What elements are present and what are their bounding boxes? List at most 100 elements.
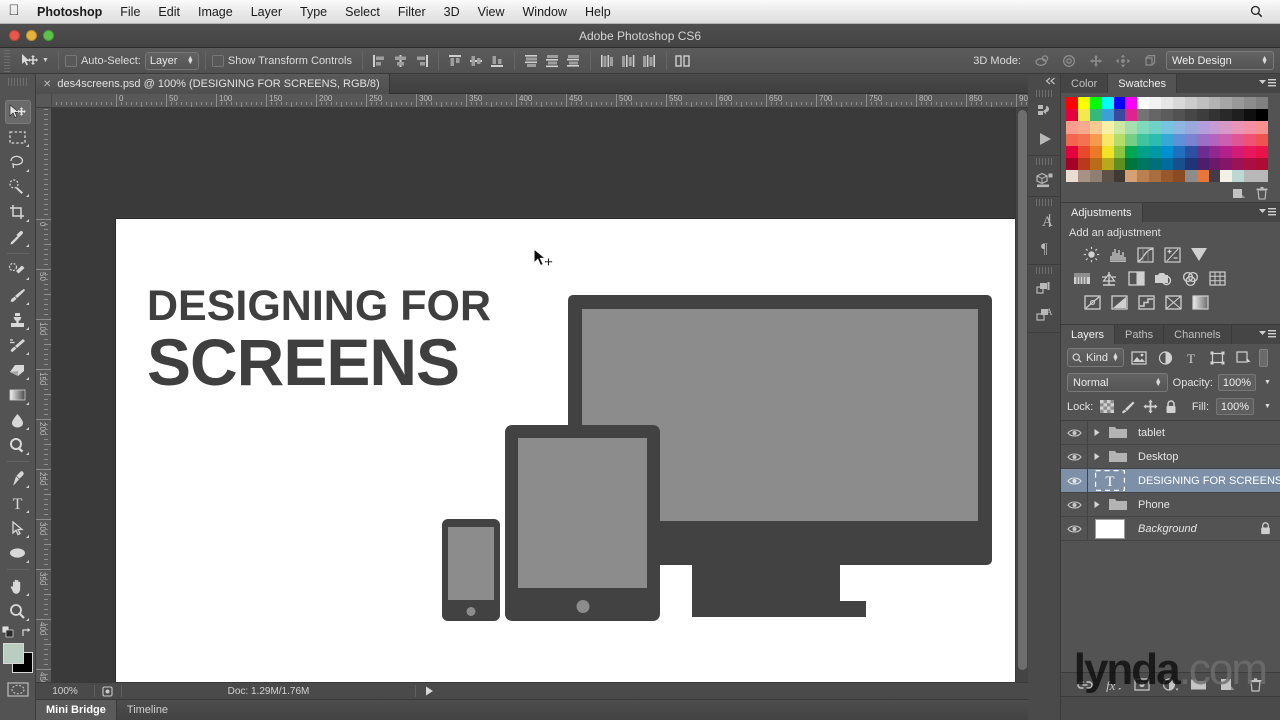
color-swatch[interactable] xyxy=(1196,170,1209,183)
color-swatch[interactable] xyxy=(1137,157,1150,171)
close-icon[interactable]: ✕ xyxy=(43,79,51,90)
scale-3d-icon[interactable] xyxy=(1139,51,1160,71)
quick-selection-tool[interactable] xyxy=(5,175,31,199)
crop-tool[interactable] xyxy=(5,200,31,224)
menu-layer[interactable]: Layer xyxy=(242,0,291,24)
collapse-to-icons-icon[interactable] xyxy=(1028,74,1060,88)
color-swatch[interactable] xyxy=(1066,97,1078,110)
menu-3d[interactable]: 3D xyxy=(435,0,469,24)
menu-type[interactable]: Type xyxy=(291,0,336,24)
character-panel-icon[interactable]: A xyxy=(1028,207,1061,234)
black-white-icon[interactable] xyxy=(1126,269,1146,288)
color-swatch[interactable] xyxy=(1172,97,1185,110)
filter-pixel-icon[interactable] xyxy=(1129,348,1150,367)
color-swatch[interactable] xyxy=(1244,97,1257,110)
color-swatch[interactable] xyxy=(1089,109,1102,122)
layer-visibility-toggle[interactable] xyxy=(1061,517,1088,541)
lock-all-icon[interactable] xyxy=(1165,400,1177,414)
hue-saturation-icon[interactable] xyxy=(1072,269,1092,288)
brush-tool[interactable] xyxy=(5,283,31,307)
canvas[interactable]: DESIGNING FOR SCREENS xyxy=(116,219,1016,701)
color-swatch[interactable] xyxy=(1244,170,1257,183)
eyedropper-tool[interactable] xyxy=(5,225,31,249)
color-swatch[interactable] xyxy=(1077,157,1090,171)
channel-mixer-icon[interactable] xyxy=(1180,269,1200,288)
roll-3d-icon[interactable] xyxy=(1058,51,1079,71)
layer-visibility-to11ggle[interactable] xyxy=(1061,421,1088,445)
auto-select-checkbox[interactable] xyxy=(64,54,77,67)
character-styles-panel-icon[interactable]: A xyxy=(1028,302,1061,329)
color-swatch[interactable] xyxy=(1256,97,1268,110)
lasso-tool[interactable] xyxy=(5,150,31,174)
color-swatch[interactable] xyxy=(1066,133,1078,146)
dock-group-grip[interactable] xyxy=(1035,158,1053,165)
color-swatch[interactable] xyxy=(1077,145,1090,158)
color-swatch[interactable] xyxy=(1208,170,1221,183)
color-swatch[interactable] xyxy=(1256,133,1268,146)
color-swatch[interactable] xyxy=(1125,170,1138,183)
auto-select-scope-select[interactable]: Layer ▲ ▼ xyxy=(144,51,199,70)
color-swatch[interactable] xyxy=(1089,121,1102,134)
color-swatch[interactable] xyxy=(1137,109,1150,122)
color-swatch[interactable] xyxy=(1184,97,1197,110)
align-vertical-centers-icon[interactable] xyxy=(466,51,487,71)
lock-transparent-pixels-icon[interactable] xyxy=(1100,400,1115,414)
color-swatch[interactable] xyxy=(1066,170,1078,183)
color-swatch[interactable] xyxy=(1196,121,1209,134)
menu-photoshop[interactable]: Photoshop xyxy=(28,0,111,24)
minimize-window-button[interactable] xyxy=(26,30,37,41)
color-swatch[interactable] xyxy=(1161,121,1173,134)
fill-slider-arrow[interactable]: ▼ xyxy=(1261,398,1274,415)
color-swatch[interactable] xyxy=(1244,145,1257,158)
color-swatch[interactable] xyxy=(1077,109,1090,122)
new-swatch-icon[interactable] xyxy=(1232,187,1246,200)
tab-color[interactable]: Color xyxy=(1061,74,1109,93)
color-swatch[interactable] xyxy=(1113,121,1126,134)
table-row[interactable]: Desktop xyxy=(1061,445,1280,470)
opacity-value-field[interactable]: 100% xyxy=(1218,374,1256,392)
panel-menu-icon[interactable] xyxy=(1259,78,1276,89)
color-swatch[interactable] xyxy=(1244,109,1257,122)
tab-channels[interactable]: Channels xyxy=(1164,325,1232,345)
actions-panel-icon[interactable] xyxy=(1028,125,1061,152)
blend-mode-select[interactable]: Normal ▲ ▼ xyxy=(1067,373,1168,393)
color-swatch[interactable] xyxy=(1149,170,1162,183)
play-arrow-icon[interactable] xyxy=(416,686,442,696)
color-swatch[interactable] xyxy=(1232,145,1245,158)
history-brush-tool[interactable] xyxy=(5,333,31,357)
tool-preset-dropdown-arrow[interactable]: ▼ xyxy=(42,57,49,64)
color-swatch[interactable] xyxy=(1125,157,1138,171)
pen-tool[interactable] xyxy=(5,466,31,490)
color-swatch[interactable] xyxy=(1077,121,1090,134)
new-adjustment-layer-icon[interactable] xyxy=(1161,675,1180,694)
tab-swatches[interactable]: Swatches xyxy=(1108,74,1177,93)
color-swatch[interactable] xyxy=(1172,157,1185,171)
current-tool-preset[interactable]: ▼ xyxy=(15,51,52,71)
align-bottom-edges-icon[interactable] xyxy=(487,51,508,71)
color-swatch[interactable] xyxy=(1149,97,1162,110)
color-swatch[interactable] xyxy=(1137,133,1150,146)
canvas-viewport[interactable]: DESIGNING FOR SCREENS xyxy=(53,109,1027,701)
layer-styles-fx-icon[interactable]: fx xyxy=(1104,675,1123,694)
color-swatch[interactable] xyxy=(1149,145,1162,158)
color-swatch[interactable] xyxy=(1089,157,1102,171)
opacity-slider-arrow[interactable]: ▼ xyxy=(1261,374,1274,391)
menu-filter[interactable]: Filter xyxy=(389,0,435,24)
distribute-horizontal-center-icon[interactable] xyxy=(618,51,639,71)
color-swatch[interactable] xyxy=(1196,97,1209,110)
color-swatch[interactable] xyxy=(1208,97,1221,110)
align-right-edges-icon[interactable] xyxy=(411,51,432,71)
color-swatch[interactable] xyxy=(1089,97,1102,110)
vertical-scrollbar-thumb[interactable] xyxy=(1018,110,1027,670)
table-row[interactable]: T DESIGNING FOR SCREENS xyxy=(1061,469,1280,494)
color-swatch[interactable] xyxy=(1101,170,1114,183)
color-swatch[interactable] xyxy=(1066,109,1078,122)
align-top-edges-icon[interactable] xyxy=(445,51,466,71)
default-colors-icon[interactable] xyxy=(2,626,15,639)
layer-visibility-toggle[interactable] xyxy=(1061,445,1088,469)
color-swatch[interactable] xyxy=(1125,97,1138,110)
color-swatch[interactable] xyxy=(1161,157,1173,171)
color-swatch[interactable] xyxy=(1184,121,1197,134)
color-swatch[interactable] xyxy=(1137,170,1150,183)
color-swatch[interactable] xyxy=(1101,121,1114,134)
